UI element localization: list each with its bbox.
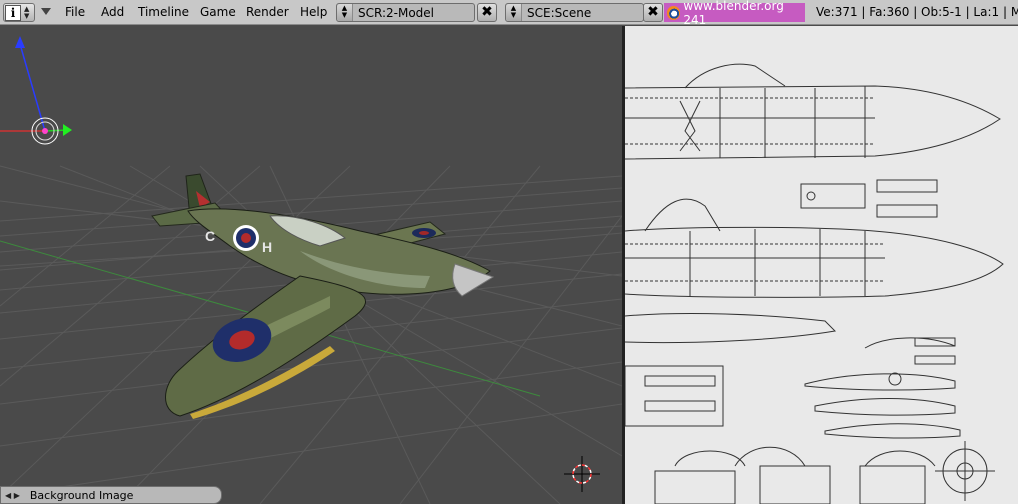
background-image-label: Background Image	[29, 488, 134, 502]
scene-close-button[interactable]: ✖	[643, 3, 663, 22]
updown-arrows-icon[interactable]: ▲ ▼	[337, 4, 353, 21]
panel-toggle-icon[interactable]: ◀ ▶	[5, 491, 20, 500]
viewport-canvas[interactable]: C H	[0, 26, 622, 504]
collapse-triangle-icon[interactable]	[41, 8, 51, 15]
menu-timeline[interactable]: Timeline	[138, 5, 189, 19]
scene-name-field[interactable]: SCE:Scene	[522, 6, 643, 20]
screen-close-button[interactable]: ✖	[477, 3, 497, 22]
menu-help[interactable]: Help	[300, 5, 327, 19]
menu-file[interactable]: File	[65, 5, 85, 19]
scene-stats: Ve:371 | Fa:360 | Ob:5-1 | La:1 | M	[816, 5, 1018, 19]
menu-add[interactable]: Add	[101, 5, 124, 19]
blender-url-text: www.blender.org 241	[683, 0, 784, 27]
screen-name-field[interactable]: SCR:2-Model	[353, 6, 474, 20]
menu-game[interactable]: Game	[200, 5, 236, 19]
top-header-bar: i ▲ ▼ File Add Timeline Game Render Help …	[0, 0, 1018, 27]
window-type-button[interactable]: i ▲ ▼	[3, 3, 35, 22]
updown-arrows-icon[interactable]: ▲ ▼	[506, 4, 522, 21]
blender-url-link[interactable]: www.blender.org 241	[664, 0, 805, 27]
updown-arrows-icon: ▲ ▼	[24, 4, 30, 20]
background-image-panel[interactable]: ◀ ▶ Background Image	[0, 486, 222, 504]
info-icon: i	[5, 4, 21, 21]
blender-logo-icon	[667, 5, 681, 20]
fuselage-code-left: C	[205, 228, 215, 244]
menu-render[interactable]: Render	[246, 5, 289, 19]
3d-cursor-icon[interactable]	[564, 456, 600, 492]
screen-selector[interactable]: ▲ ▼ SCR:2-Model	[336, 3, 475, 22]
transform-axis-icon[interactable]	[0, 36, 72, 145]
fuselage-code-right: H	[262, 239, 272, 255]
3d-viewport[interactable]: C H ◀ ▶ Background Image	[0, 26, 622, 504]
blueprint-drawing	[625, 63, 1004, 504]
blueprint-image-panel	[625, 26, 1018, 504]
scene-selector[interactable]: ▲ ▼ SCE:Scene	[505, 3, 644, 22]
